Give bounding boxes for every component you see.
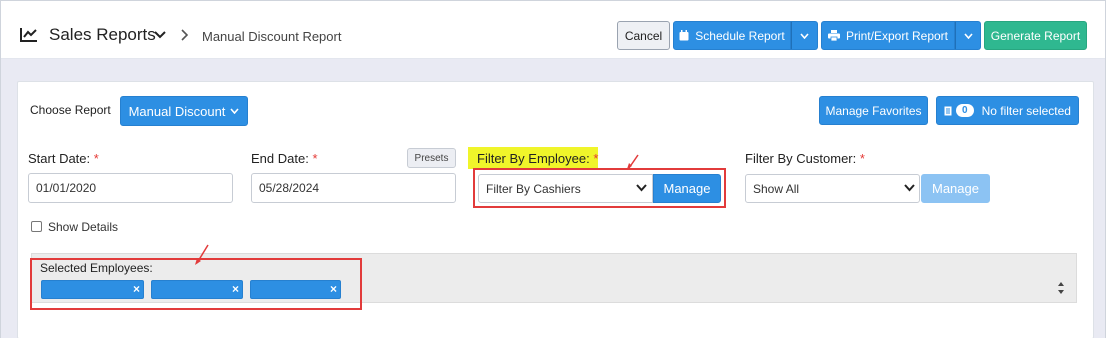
required-marker: * [593, 151, 599, 166]
print-export-button[interactable]: Print/Export Report [821, 21, 955, 50]
report-select-button[interactable]: Manual Discount [120, 96, 248, 126]
start-date-label: Start Date: * [28, 151, 99, 166]
customer-filter-label: Filter By Customer: * [745, 151, 865, 166]
show-details-checkbox[interactable] [31, 221, 42, 232]
schedule-report-button[interactable]: Schedule Report [673, 21, 791, 50]
employee-filter-label-text: Filter By Employee: [477, 151, 590, 166]
annotation-box [473, 168, 726, 208]
schedule-label: Schedule Report [695, 28, 785, 43]
annotation-arrow-icon [627, 154, 639, 169]
filter-count-badge: 0 [956, 104, 974, 117]
required-marker: * [93, 151, 99, 166]
presets-button[interactable]: Presets [407, 148, 456, 168]
generate-label: Generate Report [990, 28, 1081, 43]
end-date-input[interactable]: 05/28/2024 [251, 173, 456, 203]
required-marker: * [312, 151, 318, 166]
start-date-label-text: Start Date: [28, 151, 91, 166]
chevron-down-icon [800, 32, 809, 39]
chevron-down-icon [963, 32, 973, 39]
end-date-label-text: End Date: [251, 151, 309, 166]
manage-favorites-label: Manage Favorites [825, 103, 922, 118]
manage-customers-button[interactable]: Manage [921, 174, 990, 203]
document-icon [944, 106, 952, 115]
schedule-dropdown-toggle[interactable] [791, 21, 818, 50]
print-label: Print/Export Report [845, 28, 949, 43]
employee-filter-label: Filter By Employee: * [477, 151, 598, 166]
show-details-label: Show Details [48, 220, 119, 234]
updown-arrows-icon[interactable] [1057, 280, 1065, 296]
printer-icon [827, 30, 840, 41]
manage-customers-label: Manage [932, 181, 979, 196]
chevron-down-icon [230, 108, 240, 114]
annotation-arrow-icon [195, 244, 209, 265]
calendar-icon [679, 30, 689, 41]
breadcrumb-current: Manual Discount Report [202, 29, 342, 44]
cancel-label: Cancel [624, 28, 663, 43]
app-title[interactable]: Sales Reports [49, 25, 156, 45]
end-date-label: End Date: * [251, 151, 318, 166]
report-select-label: Manual Discount [128, 103, 226, 119]
chevron-down-icon[interactable] [154, 30, 166, 40]
choose-report-label: Choose Report [30, 103, 111, 117]
customer-filter-select[interactable]: Show All [745, 174, 920, 203]
print-dropdown-toggle[interactable] [955, 21, 981, 50]
filter-status-button[interactable]: 0 No filter selected [936, 96, 1079, 125]
chevron-right-icon [181, 29, 189, 41]
filter-status-label: No filter selected [981, 103, 1071, 118]
cancel-button[interactable]: Cancel [617, 21, 670, 50]
required-marker: * [859, 151, 865, 166]
customer-filter-value: Show All [753, 181, 800, 196]
end-date-value: 05/28/2024 [259, 181, 320, 195]
chart-line-icon [20, 28, 37, 42]
generate-report-button[interactable]: Generate Report [984, 21, 1087, 50]
chevron-down-icon [904, 184, 915, 192]
customer-filter-label-text: Filter By Customer: [745, 151, 857, 166]
start-date-input[interactable]: 01/01/2020 [28, 173, 233, 203]
start-date-value: 01/01/2020 [36, 181, 97, 195]
manage-favorites-button[interactable]: Manage Favorites [819, 96, 928, 125]
